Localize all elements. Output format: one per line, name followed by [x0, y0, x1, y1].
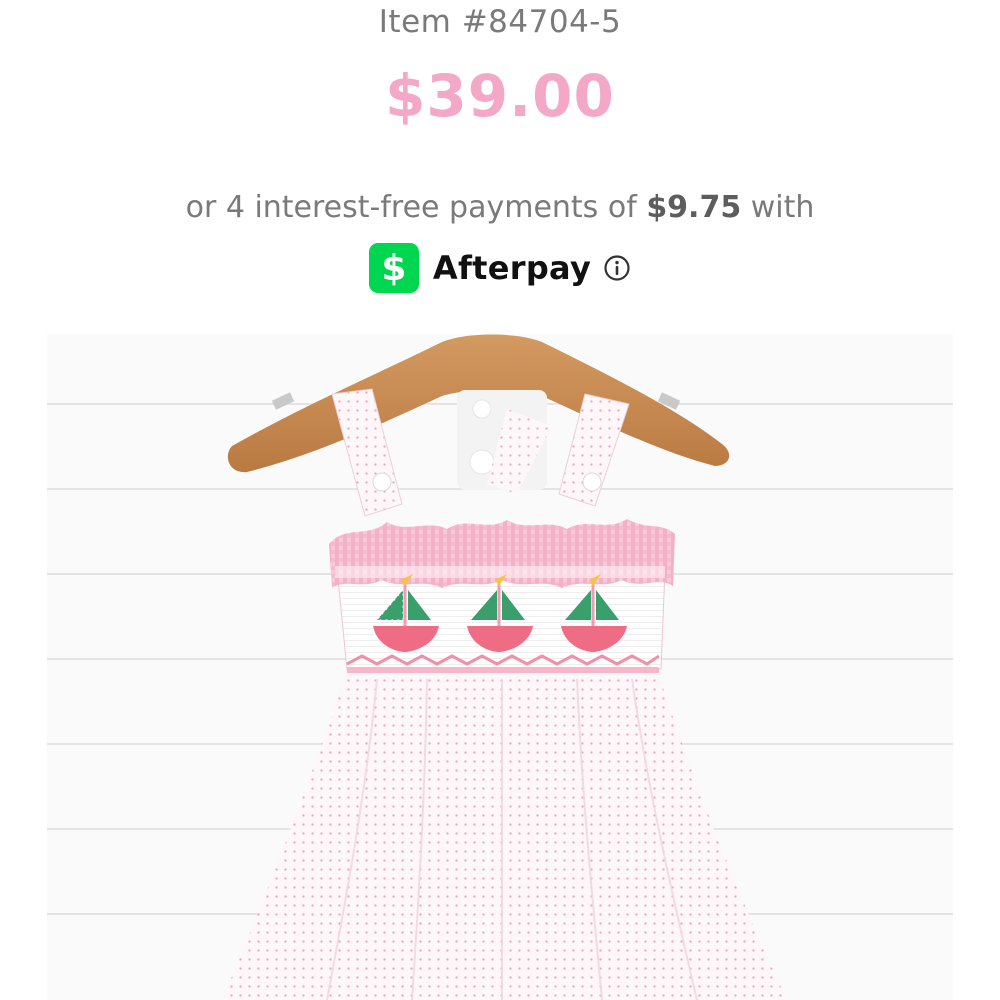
product-photo	[47, 334, 953, 1000]
cash-app-logo-icon: $	[368, 243, 419, 293]
product-image[interactable]	[47, 334, 953, 1000]
product-price: $39.00	[385, 62, 615, 130]
afterpay-label: Afterpay	[432, 249, 592, 287]
installment-amount: $9.75	[646, 190, 742, 225]
info-circle-icon[interactable]	[603, 254, 631, 282]
afterpay-row: $ Afterpay	[0, 242, 1000, 294]
item-number: Item #84704-5	[378, 4, 622, 40]
product-page: Item #84704-5 $39.00 or 4 interest-free …	[0, 0, 1000, 1000]
installment-text: or 4 interest-free payments of $9.75 wit…	[0, 186, 1000, 230]
installment-prefix: or 4 interest-free payments of	[185, 190, 647, 225]
installment-suffix: with	[741, 190, 815, 225]
